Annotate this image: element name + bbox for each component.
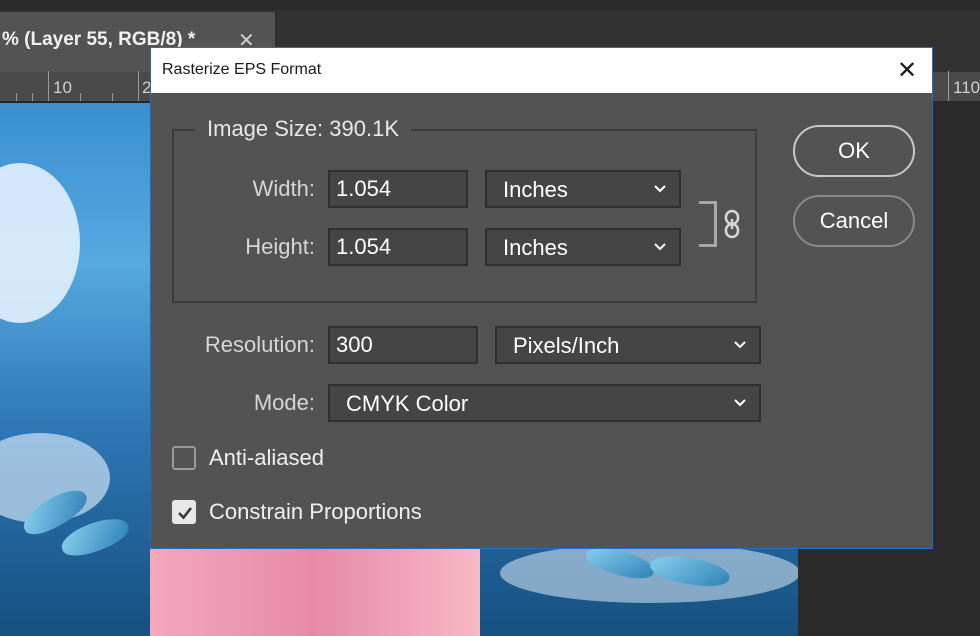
ruler-tick: [16, 93, 17, 101]
chevron-down-icon: [734, 399, 746, 407]
chevron-down-icon: [734, 341, 746, 349]
rasterize-eps-dialog: Rasterize EPS Format ✕ Image Size: 390.1…: [150, 47, 933, 549]
mode-label: Mode:: [253, 390, 315, 415]
chain-link-icon: [724, 209, 740, 239]
width-unit-select[interactable]: Inches: [485, 170, 681, 208]
ruler-tick: [138, 71, 139, 101]
ruler-tick: [112, 93, 113, 101]
cancel-button[interactable]: Cancel: [793, 195, 915, 247]
ruler-tick: [48, 71, 49, 101]
checkmark-icon: [178, 507, 193, 520]
ruler-label: 110: [953, 78, 980, 97]
dialog-title: Rasterize EPS Format: [162, 61, 322, 78]
cloud-shape: [0, 163, 80, 323]
ok-button[interactable]: OK: [793, 125, 915, 177]
anti-aliased-checkbox[interactable]: [172, 446, 196, 470]
height-input[interactable]: [328, 228, 468, 266]
constrain-bracket: [699, 201, 717, 247]
resolution-unit-select[interactable]: Pixels/Inch: [495, 326, 761, 364]
image-size-group: [172, 129, 757, 303]
ruler-tick: [80, 93, 81, 101]
pink-dress-area: [150, 548, 480, 636]
resolution-unit-value: Pixels/Inch: [513, 333, 620, 358]
image-size-label: Image Size: 390.1K: [195, 116, 412, 142]
close-icon[interactable]: ✕: [893, 57, 921, 85]
anti-aliased-label[interactable]: Anti-aliased: [209, 445, 324, 471]
constrain-proportions-checkbox[interactable]: [172, 500, 196, 524]
resolution-input[interactable]: [328, 326, 478, 364]
height-label: Height:: [245, 234, 315, 259]
mode-select[interactable]: CMYK Color: [328, 384, 761, 422]
mode-value: CMYK Color: [346, 391, 469, 416]
dialog-titlebar[interactable]: Rasterize EPS Format ✕: [151, 48, 932, 93]
width-unit-value: Inches: [503, 177, 568, 202]
constrain-proportions-label[interactable]: Constrain Proportions: [209, 499, 422, 525]
ruler-tick: [948, 71, 949, 101]
chevron-down-icon: [654, 185, 666, 193]
tab-bar-top-strip: [0, 0, 980, 10]
height-unit-select[interactable]: Inches: [485, 228, 681, 266]
chevron-down-icon: [654, 243, 666, 251]
resolution-label: Resolution:: [204, 332, 315, 357]
ruler-tick: [32, 93, 33, 101]
ruler-label: 10: [53, 78, 72, 97]
width-label: Width:: [252, 176, 315, 201]
width-input[interactable]: [328, 170, 468, 208]
height-unit-value: Inches: [503, 235, 568, 260]
